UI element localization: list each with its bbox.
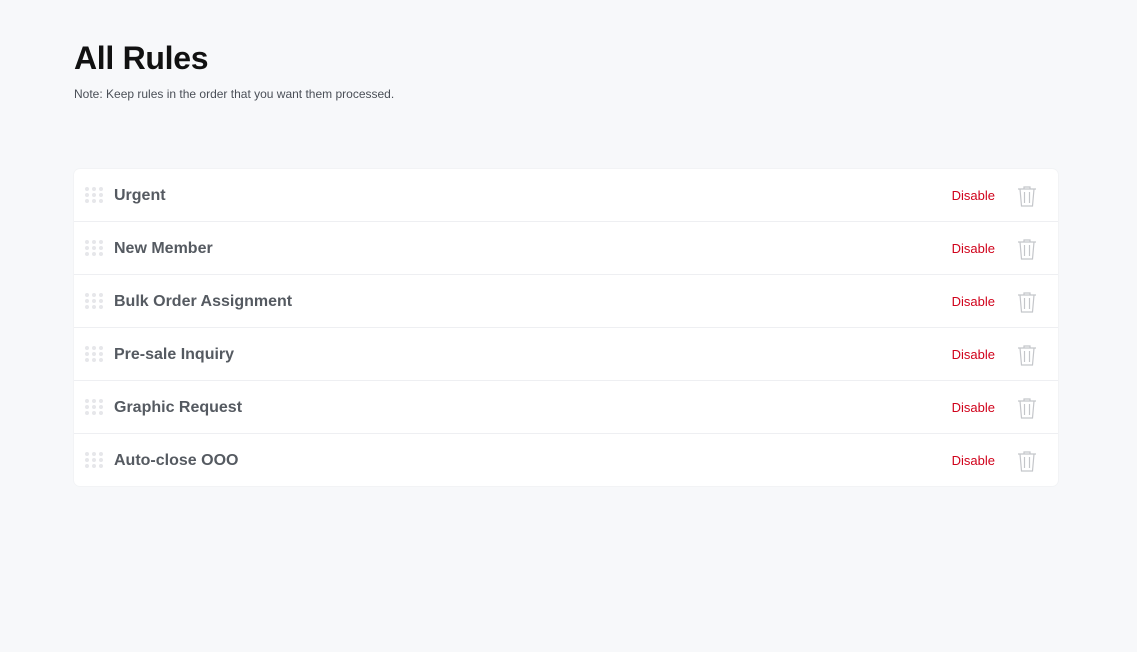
trash-icon[interactable] bbox=[1016, 238, 1038, 260]
drag-handle-icon[interactable] bbox=[84, 451, 104, 469]
disable-button[interactable]: Disable bbox=[952, 294, 995, 310]
rule-row[interactable]: Bulk Order Assignment Disable bbox=[74, 275, 1058, 328]
rule-row[interactable]: New Member Disable bbox=[74, 222, 1058, 275]
page-header: All Rules Note: Keep rules in the order … bbox=[74, 38, 394, 102]
disable-button[interactable]: Disable bbox=[952, 188, 995, 204]
rule-row[interactable]: Graphic Request Disable bbox=[74, 381, 1058, 434]
rule-name: New Member bbox=[114, 240, 213, 257]
rule-name: Auto-close OOO bbox=[114, 452, 239, 469]
disable-button[interactable]: Disable bbox=[952, 347, 995, 363]
trash-icon[interactable] bbox=[1016, 344, 1038, 366]
trash-icon[interactable] bbox=[1016, 450, 1038, 472]
page-title: All Rules bbox=[74, 40, 209, 76]
disable-button[interactable]: Disable bbox=[952, 241, 995, 257]
disable-button[interactable]: Disable bbox=[952, 453, 995, 469]
disable-button[interactable]: Disable bbox=[952, 400, 995, 416]
drag-handle-icon[interactable] bbox=[84, 345, 104, 363]
rules-list: Urgent Disable New Member Disable Bulk O… bbox=[74, 169, 1058, 486]
drag-handle-icon[interactable] bbox=[84, 239, 104, 257]
rule-name: Urgent bbox=[114, 187, 166, 204]
rule-name: Pre-sale Inquiry bbox=[114, 346, 235, 363]
drag-handle-icon[interactable] bbox=[84, 292, 104, 310]
rule-row[interactable]: Pre-sale Inquiry Disable bbox=[74, 328, 1058, 381]
rule-name: Graphic Request bbox=[114, 399, 243, 416]
rule-row[interactable]: Urgent Disable bbox=[74, 169, 1058, 222]
drag-handle-icon[interactable] bbox=[84, 398, 104, 416]
trash-icon[interactable] bbox=[1016, 291, 1038, 313]
page-note: Note: Keep rules in the order that you w… bbox=[74, 87, 395, 101]
drag-handle-icon[interactable] bbox=[84, 186, 104, 204]
trash-icon[interactable] bbox=[1016, 185, 1038, 207]
rule-row[interactable]: Auto-close OOO Disable bbox=[74, 434, 1058, 486]
rule-name: Bulk Order Assignment bbox=[114, 293, 293, 310]
trash-icon[interactable] bbox=[1016, 397, 1038, 419]
